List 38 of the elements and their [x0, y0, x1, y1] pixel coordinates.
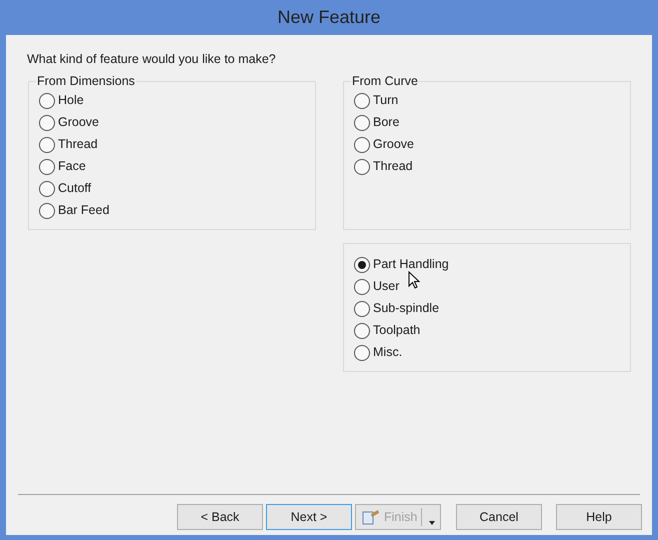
radio-label[interactable]: Thread [58, 135, 98, 154]
radio-label[interactable]: Groove [58, 113, 99, 132]
radio-label[interactable]: Bore [373, 113, 400, 132]
radio-label[interactable]: Toolpath [373, 321, 420, 340]
dialog-button[interactable]: Help [556, 504, 642, 530]
radio-label[interactable]: Hole [58, 91, 84, 110]
radio-label[interactable]: Part Handling [373, 255, 449, 274]
radio-button[interactable] [354, 92, 370, 109]
document-icon [362, 509, 380, 525]
radio-label[interactable]: Bar Feed [58, 201, 110, 220]
radio-label[interactable]: User [373, 277, 400, 296]
radio-label[interactable]: Cutoff [58, 179, 92, 198]
radio-button[interactable] [354, 344, 370, 361]
radio-button[interactable] [354, 114, 370, 131]
prompt-text: What kind of feature would you like to make? [27, 51, 277, 68]
radio-label[interactable]: Thread [373, 157, 413, 176]
dialog-button[interactable]: < Back [177, 504, 263, 530]
radio-button[interactable] [39, 136, 55, 153]
radio-button[interactable] [354, 300, 370, 317]
radio-label[interactable]: Misc. [373, 343, 402, 362]
radio-button[interactable] [39, 114, 55, 131]
radio-button[interactable] [39, 92, 55, 109]
radio-button[interactable] [354, 136, 370, 153]
radio-button[interactable] [354, 278, 370, 295]
dialog-button[interactable]: Cancel [456, 504, 542, 530]
radio-label[interactable]: Sub-spindle [373, 299, 440, 318]
radio-button[interactable] [354, 256, 370, 273]
radio-label[interactable]: Turn [373, 91, 398, 110]
radio-button[interactable] [354, 158, 370, 175]
mouse-cursor-icon [408, 271, 420, 290]
radio-button[interactable] [39, 202, 55, 219]
dialog-button[interactable]: Next > [266, 504, 352, 530]
radio-label[interactable]: Face [58, 157, 86, 176]
radio-button[interactable] [39, 180, 55, 197]
radio-label[interactable]: Groove [373, 135, 414, 154]
radio-button[interactable] [354, 322, 370, 339]
window-title: New Feature [276, 6, 382, 29]
radio-button[interactable] [39, 158, 55, 175]
